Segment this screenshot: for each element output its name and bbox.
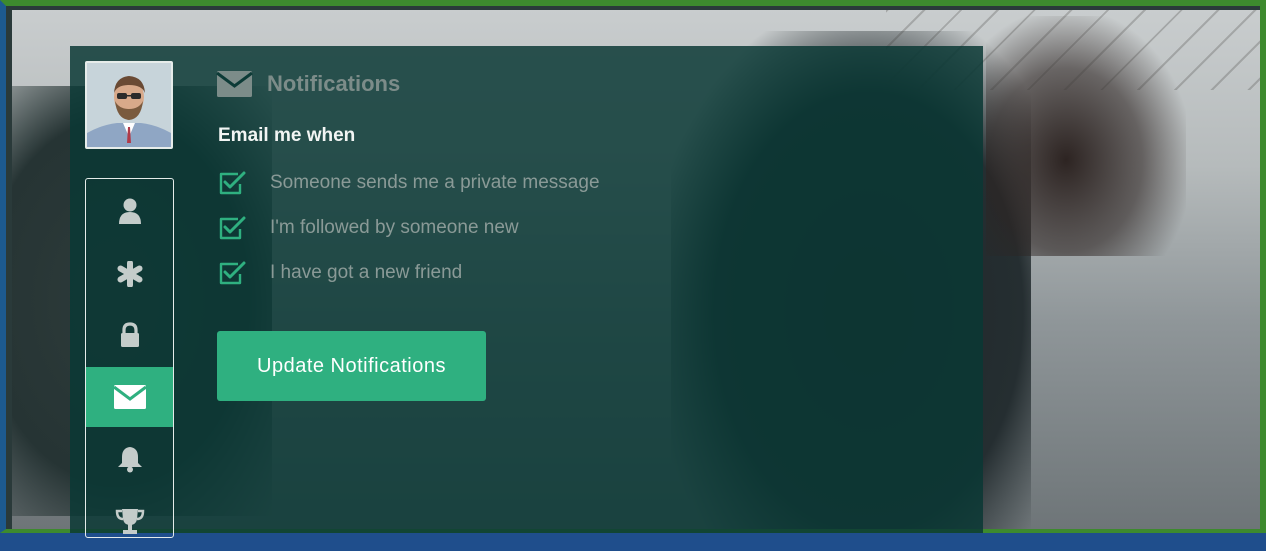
- user-photo: [87, 63, 171, 147]
- checkbox-checked-icon[interactable]: [218, 215, 246, 241]
- option-label: Someone sends me a private message: [270, 172, 600, 193]
- checkbox-checked-icon[interactable]: [218, 260, 246, 286]
- sidebar-item-security[interactable]: [86, 305, 173, 365]
- sidebar-item-account[interactable]: [86, 244, 173, 304]
- asterisk-icon: [117, 261, 142, 287]
- sidebar-item-notifications[interactable]: [86, 367, 173, 427]
- settings-panel: [70, 46, 983, 533]
- user-icon: [118, 198, 141, 224]
- section-header: Notifications: [216, 68, 400, 100]
- update-notifications-button[interactable]: Update Notifications: [217, 331, 486, 401]
- trophy-icon: [115, 509, 144, 534]
- checkbox-checked-icon[interactable]: [218, 170, 246, 196]
- email-section-label: Email me when: [218, 125, 356, 146]
- option-label: I'm followed by someone new: [270, 217, 519, 238]
- sidebar-item-achievements[interactable]: [86, 491, 173, 551]
- lock-icon: [120, 322, 139, 347]
- sidebar-item-profile[interactable]: [86, 181, 173, 241]
- bell-icon: [117, 447, 142, 473]
- option-label: I have got a new friend: [270, 262, 463, 283]
- sidebar-item-alerts[interactable]: [86, 429, 173, 489]
- page-title: Notifications: [267, 71, 401, 96]
- envelope-icon: [112, 385, 147, 409]
- settings-sidebar: [85, 178, 174, 538]
- option-new-follower[interactable]: I'm followed by someone new: [218, 214, 519, 242]
- option-private-message[interactable]: Someone sends me a private message: [218, 169, 600, 197]
- avatar[interactable]: [85, 61, 173, 149]
- envelope-icon: [216, 71, 253, 97]
- option-new-friend[interactable]: I have got a new friend: [218, 259, 462, 287]
